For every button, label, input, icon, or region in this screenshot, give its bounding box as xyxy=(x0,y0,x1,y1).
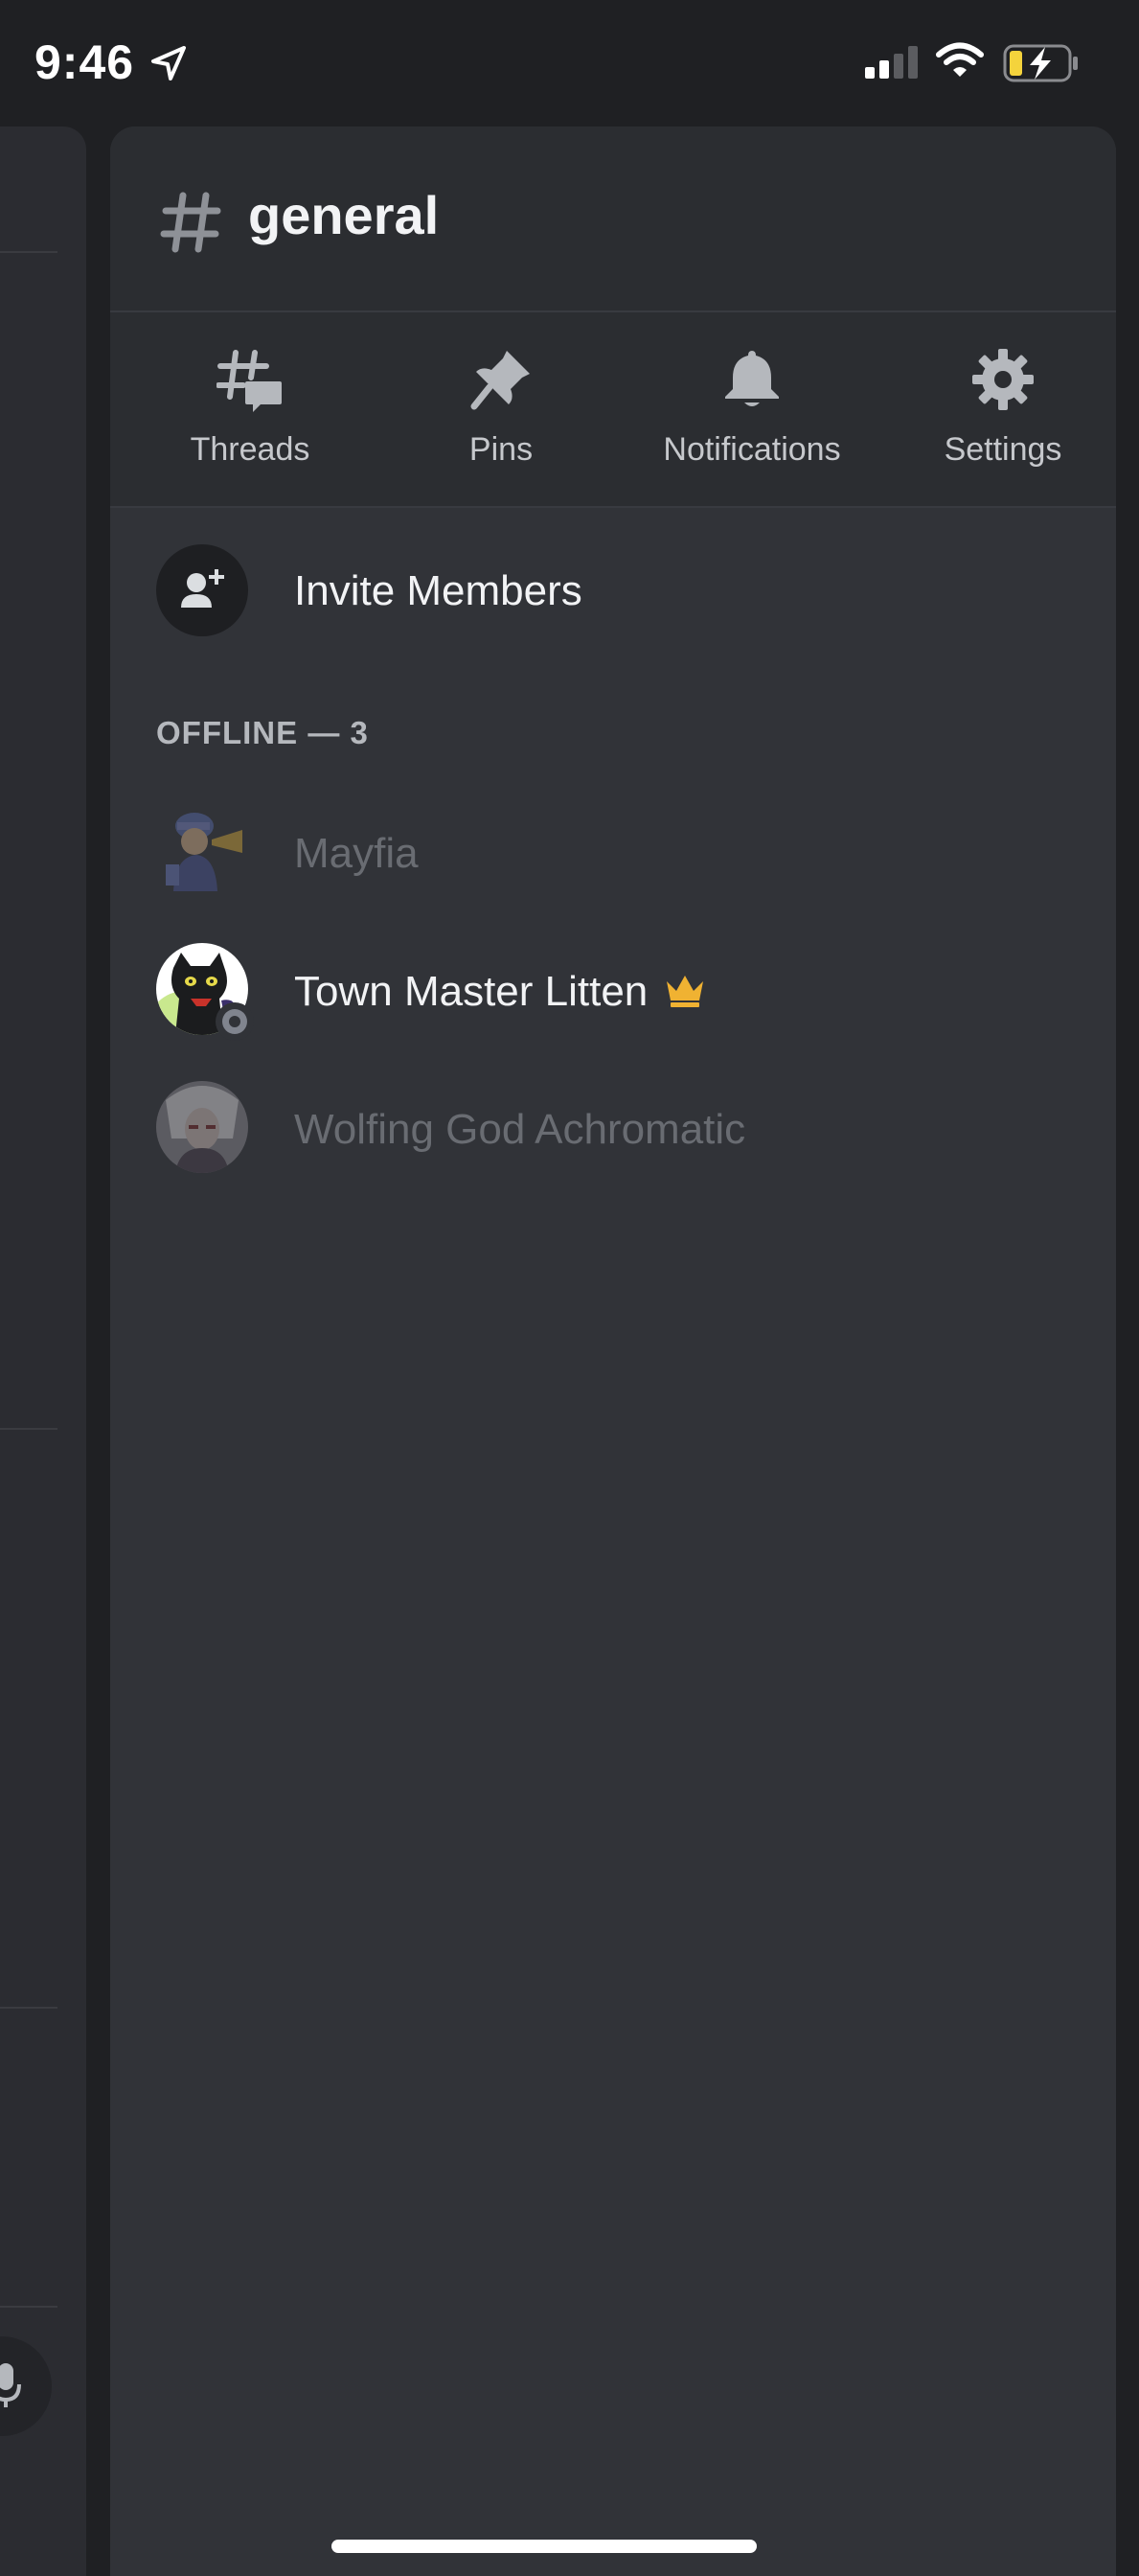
avatar-image xyxy=(166,813,242,891)
status-bar: 9:46 xyxy=(0,0,1139,125)
pins-button[interactable]: Pins xyxy=(386,312,616,506)
settings-button[interactable]: Settings xyxy=(888,312,1116,506)
home-indicator[interactable] xyxy=(331,2540,757,2553)
members-icon[interactable] xyxy=(0,291,6,345)
divider xyxy=(0,2306,57,2308)
hash-icon xyxy=(160,192,221,253)
add-person-icon xyxy=(181,569,224,608)
avatar xyxy=(156,943,254,1041)
divider xyxy=(0,251,57,253)
crown-icon xyxy=(667,976,703,1007)
notifications-button[interactable]: Notifications xyxy=(637,312,867,506)
settings-label: Settings xyxy=(944,431,1062,468)
avatar-image xyxy=(156,943,254,1041)
channel-toolbar: Threads Pins Notifications Settings xyxy=(110,312,1116,508)
member-row-mayfia[interactable]: Mayfia xyxy=(110,794,1116,908)
screen: 9:46 general Threads Pins Notifications … xyxy=(0,0,1139,2576)
gear-icon xyxy=(972,349,1034,410)
invite-members-label: Invite Members xyxy=(294,567,582,614)
notifications-label: Notifications xyxy=(663,431,841,468)
avatar xyxy=(156,805,248,897)
signal-icon xyxy=(865,46,918,79)
member-name: Mayfia xyxy=(294,830,419,877)
offline-section-header: OFFLINE — 3 xyxy=(156,715,369,750)
wifi-icon xyxy=(936,42,984,77)
member-row-wolfing-god-achromatic[interactable]: Wolfing God Achromatic xyxy=(110,1070,1116,1184)
member-name: Town Master Litten xyxy=(294,968,649,1015)
invite-members-button[interactable]: Invite Members xyxy=(110,539,1116,644)
threads-icon xyxy=(216,350,282,412)
pin-icon xyxy=(470,351,530,410)
channel-header: general xyxy=(110,126,1116,312)
battery-charging-icon xyxy=(1003,44,1078,82)
status-time: 9:46 xyxy=(34,35,135,89)
channel-name: general xyxy=(248,185,440,245)
pins-label: Pins xyxy=(468,431,534,468)
background-chat-panel[interactable] xyxy=(0,126,86,2576)
divider xyxy=(0,2007,57,2009)
invite-icon-circle xyxy=(156,544,248,636)
channel-details-drawer: general Threads Pins Notifications Setti… xyxy=(110,126,1116,2576)
bell-icon xyxy=(725,351,779,406)
microphone-icon xyxy=(0,2363,21,2407)
avatar-image xyxy=(156,1081,248,1173)
avatar xyxy=(156,1081,248,1173)
threads-label: Threads xyxy=(190,431,310,468)
member-name: Wolfing God Achromatic xyxy=(294,1106,746,1153)
location-arrow-icon xyxy=(151,46,186,80)
member-row-town-master-litten[interactable]: Town Master Litten xyxy=(110,932,1116,1046)
divider xyxy=(0,1428,57,1430)
threads-button[interactable]: Threads xyxy=(135,312,365,506)
